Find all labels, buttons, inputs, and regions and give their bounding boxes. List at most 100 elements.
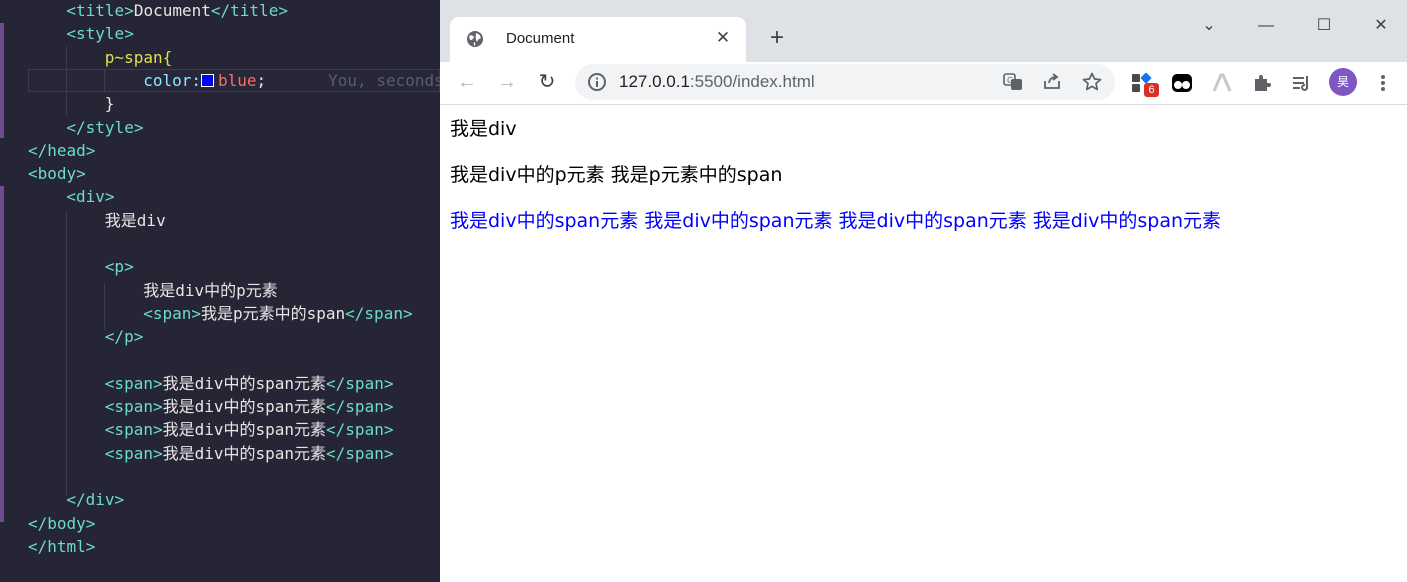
indent-guide — [66, 46, 67, 116]
git-modified-bar — [0, 186, 4, 522]
code-line[interactable]: 我是div — [105, 209, 166, 232]
code-tag-close: </span> — [345, 304, 413, 323]
code-tag-close: </span> — [326, 397, 394, 416]
span-text-blue: 我是div中的span元素 我是div中的span元素 我是div中的span元… — [450, 210, 1222, 232]
code-editor[interactable]: <title>Document</title> <style> p~span{ col… — [0, 0, 440, 582]
code-tag-open: </head> — [28, 141, 96, 160]
page-content: 我是div 我是div中的p元素 我是p元素中的span 我是div中的span… — [440, 105, 1407, 582]
code-tag-open: </p> — [104, 327, 144, 346]
code-line[interactable]: <span>我是div中的span元素</span> — [105, 372, 394, 395]
extensions-puzzle-icon[interactable] — [1250, 71, 1274, 95]
media-queue-icon[interactable] — [1290, 71, 1314, 95]
code-tag-open: <span> — [104, 444, 163, 463]
code-line[interactable]: </p> — [105, 325, 144, 348]
indent-guide — [104, 69, 105, 92]
url-host: 127.0.0.1 — [619, 72, 690, 91]
code-tag-close: </span> — [326, 420, 394, 439]
css-selector: p~span{ — [104, 48, 173, 67]
color-swatch[interactable] — [200, 74, 214, 87]
code-line[interactable]: 我是div中的p元素 — [143, 279, 278, 302]
more-menu-icon[interactable] — [1371, 71, 1395, 95]
share-icon[interactable] — [1041, 71, 1063, 93]
p-text: 我是div中的p元素 我是p元素中的span — [450, 164, 783, 186]
code-tag-open: </div> — [66, 490, 125, 509]
code-line[interactable]: </style> — [66, 116, 143, 139]
tab-title: Document — [506, 30, 575, 47]
code-text: 我是p元素中的span — [200, 304, 346, 323]
code-line[interactable]: </html> — [28, 535, 95, 558]
toolbar: ← → ↻ 127.0.0.1:5500/index.html G — [440, 62, 1407, 105]
git-modified-bar — [0, 23, 4, 138]
code-line[interactable]: p~span{ — [105, 46, 172, 69]
code-tag-close: </title> — [210, 1, 288, 20]
globe-icon — [467, 31, 483, 47]
code-text: 我是div — [104, 211, 166, 230]
code-line[interactable]: <title>Document</title> — [66, 0, 288, 22]
tab-document[interactable]: Document ✕ — [450, 17, 746, 62]
code-tag-open: </style> — [66, 118, 144, 137]
code-line[interactable]: <span>我是div中的span元素</span> — [105, 442, 394, 465]
code-line[interactable]: <span>我是div中的span元素</span> — [105, 395, 394, 418]
code-tag-open: <span> — [143, 304, 201, 323]
code-line[interactable]: <style> — [66, 22, 133, 45]
git-blame-annotation: You, seconds — [328, 71, 440, 90]
tab-search-button[interactable]: ⌄ — [1196, 13, 1222, 39]
code-line[interactable]: <span>我是div中的span元素</span> — [105, 418, 394, 441]
code-line[interactable]: <p> — [105, 255, 134, 278]
code-line[interactable]: } — [105, 92, 115, 115]
indent-guide — [104, 283, 105, 331]
code-text: } — [104, 94, 115, 113]
code-line[interactable]: <body> — [28, 162, 86, 185]
code-tag-open: <p> — [104, 257, 134, 276]
svg-text:G: G — [1007, 76, 1013, 85]
code-line[interactable]: color: blue; You, seconds — [143, 69, 440, 92]
code-tag-open: <body> — [28, 164, 86, 183]
code-tag-open: </body> — [28, 514, 96, 533]
info-icon[interactable] — [587, 72, 607, 92]
code-line[interactable]: </body> — [28, 512, 95, 535]
css-semicolon: ; — [256, 71, 267, 90]
tampermonkey-icon[interactable] — [1170, 71, 1194, 95]
code-text: 我是div中的span元素 — [162, 374, 327, 393]
code-tag-open: <span> — [104, 420, 163, 439]
code-tag-close: </span> — [326, 444, 394, 463]
close-tab-icon[interactable]: ✕ — [712, 27, 734, 49]
div-text: 我是div — [450, 118, 517, 140]
extension-badge: 6 — [1144, 83, 1159, 97]
code-line[interactable]: </head> — [28, 139, 95, 162]
reload-button[interactable]: ↻ — [533, 68, 561, 96]
url-text[interactable]: 127.0.0.1:5500/index.html — [619, 72, 815, 92]
code-text: 我是div中的span元素 — [162, 397, 327, 416]
code-text: Document — [133, 1, 211, 20]
url-path: :5500/index.html — [689, 72, 815, 91]
translate-icon[interactable]: G — [1002, 71, 1024, 93]
back-button[interactable]: ← — [453, 68, 481, 96]
code-tag-open: <div> — [66, 187, 115, 206]
bookmark-star-icon[interactable] — [1081, 71, 1103, 93]
extension-a-icon[interactable] — [1210, 71, 1234, 95]
new-tab-button[interactable]: + — [765, 26, 789, 50]
code-line[interactable]: </div> — [66, 488, 124, 511]
css-value: blue — [217, 71, 257, 90]
close-window-button[interactable]: ✕ — [1368, 13, 1394, 39]
code-line[interactable]: <span>我是p元素中的span</span> — [143, 302, 412, 325]
code-tag-open: <title> — [66, 1, 134, 20]
code-text: 我是div中的p元素 — [143, 281, 278, 300]
profile-avatar[interactable]: 昊 — [1329, 68, 1357, 96]
maximize-button[interactable]: ☐ — [1311, 13, 1337, 39]
code-line[interactable]: <div> — [66, 185, 114, 208]
css-property: color: — [143, 71, 201, 90]
browser-window: Document ✕ + ⌄ — ☐ ✕ ← → ↻ 127.0.0.1:550… — [440, 0, 1407, 582]
address-bar[interactable]: 127.0.0.1:5500/index.html G — [575, 64, 1115, 100]
minimize-button[interactable]: — — [1253, 13, 1279, 39]
forward-button[interactable]: → — [493, 68, 521, 96]
code-tag-open: <span> — [104, 374, 163, 393]
tab-strip: Document ✕ + ⌄ — ☐ ✕ — [440, 0, 1407, 62]
code-tag-open: </html> — [28, 537, 96, 556]
code-tag-open: <span> — [104, 397, 163, 416]
code-text: 我是div中的span元素 — [162, 420, 327, 439]
code-text: 我是div中的span元素 — [162, 444, 327, 463]
code-tag-close: </span> — [326, 374, 394, 393]
indent-guide — [66, 211, 67, 496]
code-tag-open: <style> — [66, 24, 134, 43]
